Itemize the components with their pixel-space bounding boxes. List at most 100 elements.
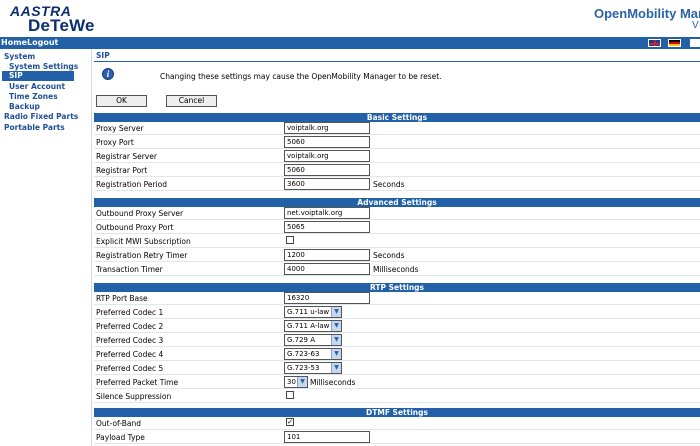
transaction-timer-input[interactable]: 4000	[284, 263, 370, 275]
payload-type-input[interactable]: 101	[284, 431, 370, 443]
sidebar-item-user-account[interactable]: User Account	[9, 82, 65, 91]
page-title: SIP	[96, 51, 110, 60]
outbound-proxy-port-label: Outbound Proxy Port	[96, 223, 174, 232]
chevron-down-icon[interactable]: ▼	[297, 377, 307, 387]
registration-period-label: Registration Period	[96, 180, 167, 189]
language-flag-icon[interactable]	[690, 39, 700, 47]
codec-3-label: Preferred Codec 3	[96, 336, 164, 345]
product-version: V	[692, 20, 699, 31]
codec-2-value: G.711 A-law	[287, 322, 330, 330]
codec-4-value: G.723-63	[287, 350, 320, 358]
chevron-down-icon[interactable]: ▼	[331, 349, 341, 359]
codec-4-select[interactable]: G.723-63 ▼	[284, 348, 342, 360]
english-flag-icon[interactable]	[648, 39, 661, 47]
registrar-port-label: Registrar Port	[96, 166, 148, 175]
outbound-proxy-port-row: Outbound Proxy Port 5065	[94, 220, 700, 234]
cancel-button[interactable]: Cancel	[166, 95, 217, 107]
retry-timer-label: Registration Retry Timer	[96, 251, 188, 260]
sidebar-item-time-zones[interactable]: Time Zones	[9, 92, 58, 101]
codec-2-label: Preferred Codec 2	[96, 322, 164, 331]
registrar-server-input[interactable]: voiptalk.org	[284, 150, 370, 162]
silence-suppression-row: Silence Suppression	[94, 389, 700, 403]
silence-suppression-label: Silence Suppression	[96, 392, 172, 401]
transaction-timer-row: Transaction Timer 4000 Milliseconds	[94, 262, 700, 276]
german-flag-icon[interactable]	[668, 39, 681, 47]
main-content: SIP i Changing these settings may cause …	[94, 49, 700, 446]
rtp-port-base-label: RTP Port Base	[96, 294, 148, 303]
sidebar-item-system-settings[interactable]: System Settings	[9, 62, 78, 71]
silence-suppression-checkbox[interactable]	[286, 391, 294, 399]
payload-type-label: Payload Type	[96, 433, 145, 442]
codec-3-value: G.729 A	[287, 336, 316, 344]
registration-period-input[interactable]: 3600	[284, 178, 370, 190]
logout-link[interactable]: Logout	[27, 38, 58, 47]
codec-1-label: Preferred Codec 1	[96, 308, 164, 317]
explicit-mwi-checkbox[interactable]	[286, 236, 294, 244]
transaction-timer-unit: Milliseconds	[373, 265, 419, 274]
registration-period-unit: Seconds	[373, 180, 405, 189]
proxy-server-label: Proxy Server	[96, 124, 144, 133]
sidebar: System System Settings SIP User Account …	[0, 49, 92, 446]
chevron-down-icon[interactable]: ▼	[331, 363, 341, 373]
rtp-port-base-row: RTP Port Base 16320	[94, 291, 700, 305]
explicit-mwi-label: Explicit MWI Subscription	[96, 237, 191, 246]
codec-3-row: Preferred Codec 3 G.729 A ▼	[94, 333, 700, 347]
title-divider	[94, 61, 700, 62]
company-logo: AASTRA DeTeWe	[2, 2, 122, 36]
codec-3-select[interactable]: G.729 A ▼	[284, 334, 342, 346]
registrar-server-label: Registrar Server	[96, 152, 157, 161]
proxy-port-input[interactable]: 5060	[284, 136, 370, 148]
outbound-proxy-server-input[interactable]: net.voiptalk.org	[284, 207, 370, 219]
product-title: OpenMobility Man	[594, 6, 700, 21]
proxy-port-label: Proxy Port	[96, 138, 134, 147]
rtp-port-base-input[interactable]: 16320	[284, 292, 370, 304]
chevron-down-icon[interactable]: ▼	[331, 335, 341, 345]
chevron-down-icon[interactable]: ▼	[331, 321, 341, 331]
outbound-proxy-port-input[interactable]: 5065	[284, 221, 370, 233]
codec-1-select[interactable]: G.711 u-law ▼	[284, 306, 342, 318]
proxy-server-row: Proxy Server voiptalk.org	[94, 121, 700, 135]
codec-1-row: Preferred Codec 1 G.711 u-law ▼	[94, 305, 700, 319]
codec-5-select[interactable]: G.723-53 ▼	[284, 362, 342, 374]
codec-5-label: Preferred Codec 5	[96, 364, 164, 373]
proxy-server-input[interactable]: voiptalk.org	[284, 122, 370, 134]
packet-time-unit: Milliseconds	[310, 378, 356, 387]
explicit-mwi-row: Explicit MWI Subscription	[94, 234, 700, 248]
retry-timer-unit: Seconds	[373, 251, 405, 260]
ok-button[interactable]: OK	[96, 95, 147, 107]
sidebar-item-radio-fixed-parts[interactable]: Radio Fixed Parts	[4, 112, 78, 121]
sidebar-item-sip[interactable]: SIP	[2, 71, 74, 81]
packet-time-select[interactable]: 30 ▼	[284, 376, 308, 388]
packet-time-row: Preferred Packet Time 30 ▼ Milliseconds	[94, 375, 700, 389]
out-of-band-checkbox[interactable]: ✓	[286, 418, 294, 426]
transaction-timer-label: Transaction Timer	[96, 265, 163, 274]
payload-type-row: Payload Type 101	[94, 430, 700, 444]
logo-line-2: DeTeWe	[28, 16, 95, 35]
home-link[interactable]: Home	[1, 38, 27, 47]
top-nav-bar: Home Logout	[0, 37, 700, 49]
registrar-server-row: Registrar Server voiptalk.org	[94, 149, 700, 163]
codec-2-select[interactable]: G.711 A-law ▼	[284, 320, 342, 332]
info-icon: i	[102, 68, 114, 80]
proxy-port-row: Proxy Port 5060	[94, 135, 700, 149]
sidebar-item-portable-parts[interactable]: Portable Parts	[4, 123, 65, 132]
retry-timer-input[interactable]: 1200	[284, 249, 370, 261]
reset-warning-text: Changing these settings may cause the Op…	[160, 72, 442, 81]
sidebar-item-system[interactable]: System	[4, 52, 35, 61]
codec-1-value: G.711 u-law	[287, 308, 330, 316]
out-of-band-label: Out-of-Band	[96, 419, 141, 428]
registrar-port-row: Registrar Port 5060	[94, 163, 700, 177]
chevron-down-icon[interactable]: ▼	[331, 307, 341, 317]
outbound-proxy-server-label: Outbound Proxy Server	[96, 209, 184, 218]
packet-time-value: 30	[287, 378, 296, 386]
codec-2-row: Preferred Codec 2 G.711 A-law ▼	[94, 319, 700, 333]
registration-period-row: Registration Period 3600 Seconds	[94, 177, 700, 191]
outbound-proxy-server-row: Outbound Proxy Server net.voiptalk.org	[94, 206, 700, 220]
out-of-band-row: Out-of-Band ✓	[94, 416, 700, 430]
retry-timer-row: Registration Retry Timer 1200 Seconds	[94, 248, 700, 262]
codec-5-value: G.723-53	[287, 364, 320, 372]
codec-4-row: Preferred Codec 4 G.723-63 ▼	[94, 347, 700, 361]
codec-5-row: Preferred Codec 5 G.723-53 ▼	[94, 361, 700, 375]
sidebar-item-backup[interactable]: Backup	[9, 102, 40, 111]
registrar-port-input[interactable]: 5060	[284, 164, 370, 176]
